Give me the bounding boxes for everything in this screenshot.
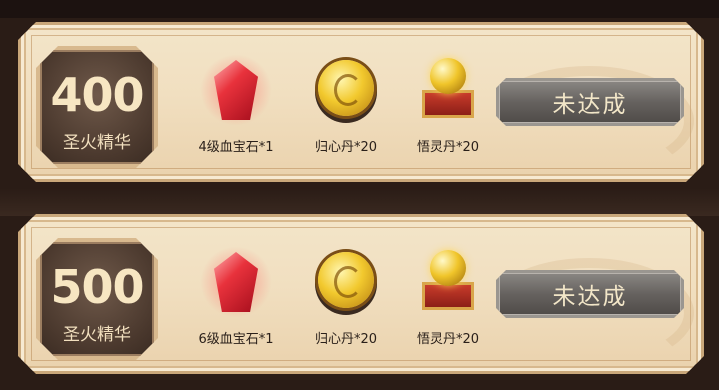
- top-background-strip: [0, 0, 719, 18]
- claim-status-button[interactable]: 未达成: [496, 78, 684, 126]
- points-label: 圣火精华: [63, 325, 131, 345]
- reward-item[interactable]: 归心丹*20: [296, 246, 396, 347]
- gold-medal-icon: [310, 54, 382, 126]
- reward-label: 归心丹*20: [314, 332, 378, 347]
- points-value: 500: [50, 260, 144, 314]
- reward-label: 悟灵丹*20: [416, 140, 480, 155]
- reward-label: 归心丹*20: [314, 140, 378, 155]
- reward-item[interactable]: 归心丹*20: [296, 54, 396, 155]
- reward-tier-card: 500 圣火精华 6级血宝石*1 归心丹*20 悟灵丹*20 未达成: [18, 214, 704, 374]
- reward-item[interactable]: 6级血宝石*1: [186, 246, 286, 347]
- red-gem-icon: [200, 246, 272, 318]
- gold-medal-icon: [310, 246, 382, 318]
- points-label: 圣火精华: [63, 133, 131, 153]
- middle-background-strip: [0, 188, 719, 216]
- reward-label: 4级血宝石*1: [198, 140, 274, 155]
- golden-orb-chest-icon: [412, 54, 484, 126]
- points-badge: 500 圣火精华: [36, 238, 158, 360]
- points-badge: 400 圣火精华: [36, 46, 158, 168]
- claim-status-button[interactable]: 未达成: [496, 270, 684, 318]
- reward-label: 悟灵丹*20: [416, 332, 480, 347]
- red-gem-icon: [200, 54, 272, 126]
- golden-orb-chest-icon: [412, 246, 484, 318]
- reward-item[interactable]: 悟灵丹*20: [398, 246, 498, 347]
- reward-item[interactable]: 4级血宝石*1: [186, 54, 286, 155]
- points-value: 400: [50, 68, 144, 122]
- reward-tier-card: 400 圣火精华 4级血宝石*1 归心丹*20 悟灵丹*20 未达成: [18, 22, 704, 182]
- reward-label: 6级血宝石*1: [198, 332, 274, 347]
- reward-item[interactable]: 悟灵丹*20: [398, 54, 498, 155]
